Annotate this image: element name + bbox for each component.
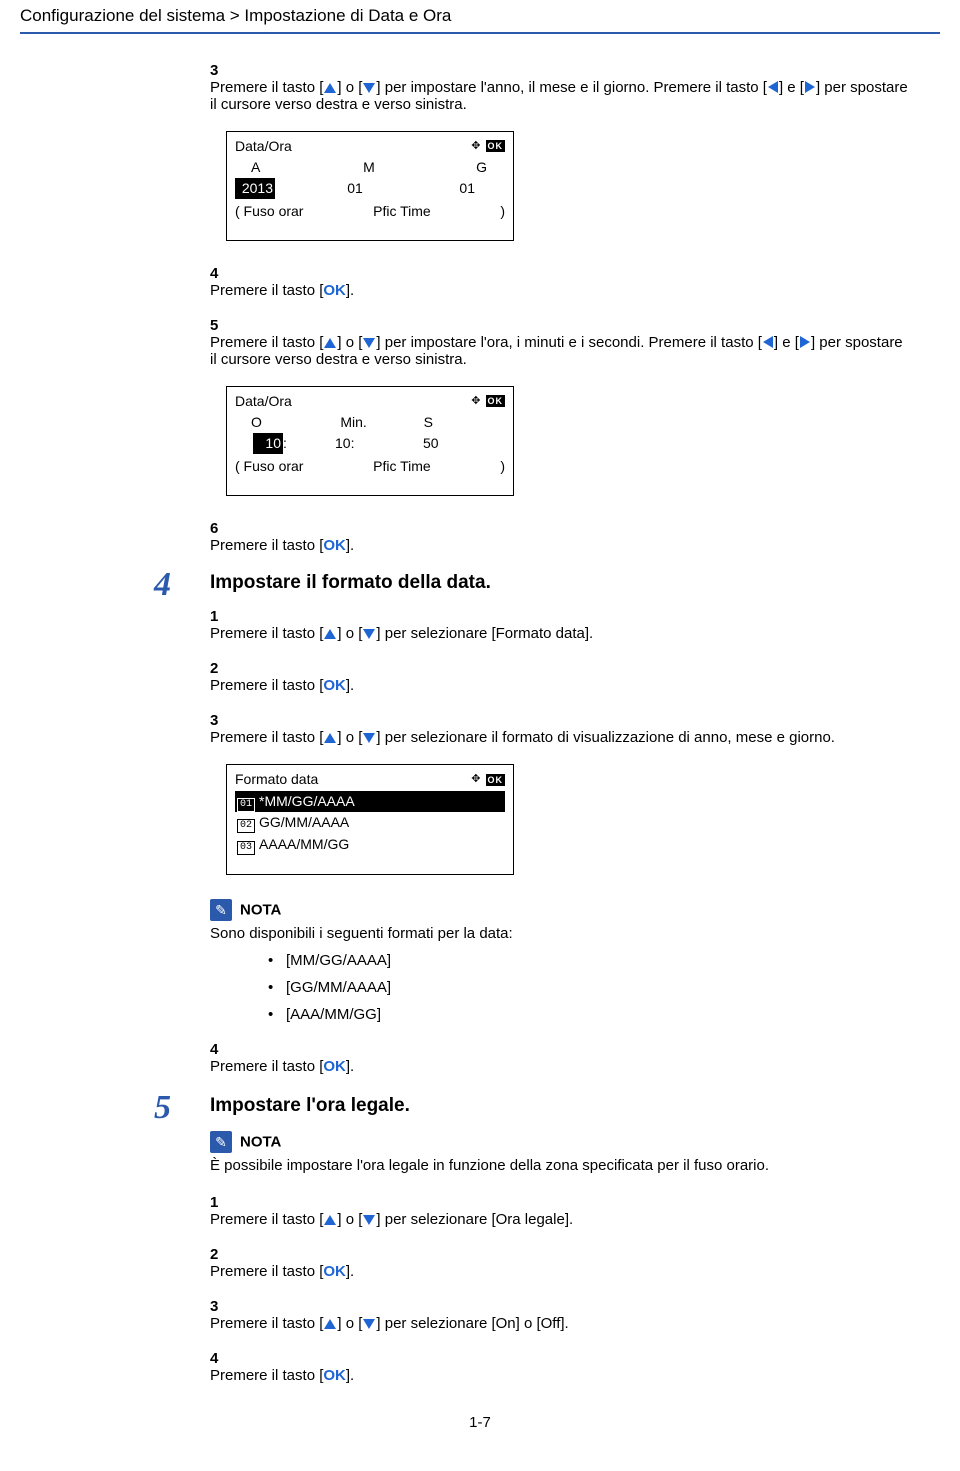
ok-key: OK <box>323 1058 346 1075</box>
substep-number: 1 <box>210 1194 236 1211</box>
value-day: 01 <box>395 178 505 199</box>
step-text: Premere il tasto [] o [] per impostare l… <box>210 79 910 113</box>
step-number: 4 <box>210 265 236 282</box>
section-4: 4 Impostare il formato della data. 1 Pre… <box>210 572 940 1075</box>
left-icon <box>763 336 773 348</box>
section-number: 4 <box>154 566 171 604</box>
substep-number: 3 <box>210 1298 236 1315</box>
format-option-selected: 01*MM/GG/AAAA <box>235 791 505 813</box>
step-5: 5 Premere il tasto [] o [] per impostare… <box>210 317 940 368</box>
value-sec: 50 <box>387 433 505 454</box>
right-icon <box>805 81 815 93</box>
note-block: ✎ NOTA È possibile impostare l'ora legale… <box>210 1131 940 1174</box>
note-icon: ✎ <box>210 1131 232 1153</box>
step-number: 5 <box>210 317 236 334</box>
col-sec: S <box>404 412 505 433</box>
up-icon <box>324 83 336 93</box>
section-title: Impostare l'ora legale. <box>210 1095 940 1117</box>
col-year: A <box>235 157 330 178</box>
step-4: 4 Premere il tasto [OK]. <box>210 265 940 299</box>
section-number: 5 <box>154 1089 171 1127</box>
substep-number: 1 <box>210 608 236 625</box>
lcd-format: Formato data ✥ OK 01*MM/GG/AAAA 02GG/MM/… <box>226 764 514 875</box>
note-label: NOTA <box>240 1133 281 1150</box>
col-min: Min. <box>314 412 403 433</box>
note-label: NOTA <box>240 901 281 918</box>
lcd-title: Data/Ora <box>235 391 292 412</box>
softkey-left: ( Fuso orar <box>235 456 303 477</box>
lcd-title: Formato data <box>235 769 318 791</box>
softkey-right: ) <box>500 456 505 477</box>
value-year-selected: 2013 <box>235 178 275 199</box>
bullet-item: [AAA/MM/GG] <box>286 1006 940 1023</box>
softkey-right: ) <box>500 201 505 222</box>
substep-number: 2 <box>210 660 236 677</box>
col-day: G <box>408 157 505 178</box>
softkey-left: ( Fuso orar <box>235 201 303 222</box>
up-icon <box>324 629 336 639</box>
note-body: È possibile impostare l'ora legale in fu… <box>210 1157 940 1174</box>
value-month: 01 <box>315 178 395 199</box>
page-number: 1-7 <box>20 1414 940 1431</box>
lcd-date: Data/Ora ✥ OK A M G 2013 01 01 ( Fuso or… <box>226 131 514 241</box>
format-option: 02GG/MM/AAAA <box>235 812 505 834</box>
down-icon <box>363 1319 375 1329</box>
col-month: M <box>330 157 409 178</box>
down-icon <box>363 83 375 93</box>
down-icon <box>363 733 375 743</box>
bullet-item: [MM/GG/AAAA] <box>286 952 940 969</box>
substep-number: 2 <box>210 1246 236 1263</box>
lcd-time: Data/Ora ✥ OK O Min. S 10: 10: 50 ( Fuso… <box>226 386 514 496</box>
value-hour-selected: 10 <box>253 433 283 454</box>
ok-key: OK <box>323 1263 346 1280</box>
step-number: 3 <box>210 62 236 79</box>
up-icon <box>324 1215 336 1225</box>
softkey-center: Pfic Time <box>373 201 431 222</box>
bullet-item: [GG/MM/AAAA] <box>286 979 940 996</box>
down-icon <box>363 338 375 348</box>
lcd-indicator: ✥ OK <box>471 771 505 788</box>
lcd-indicator: ✥ OK <box>471 393 505 410</box>
ok-key: OK <box>323 1367 346 1384</box>
note-block: ✎ NOTA Sono disponibili i seguenti format… <box>210 899 940 1023</box>
substep-number: 4 <box>210 1350 236 1367</box>
step-6: 6 Premere il tasto [OK]. <box>210 520 940 554</box>
note-body: Sono disponibili i seguenti formati per … <box>210 925 940 942</box>
down-icon <box>363 629 375 639</box>
right-icon <box>800 336 810 348</box>
format-option: 03AAAA/MM/GG <box>235 834 505 856</box>
substep-number: 4 <box>210 1041 236 1058</box>
col-hour: O <box>235 412 314 433</box>
left-icon <box>768 81 778 93</box>
breadcrumb: Configurazione del sistema > Impostazion… <box>20 0 940 34</box>
lcd-title: Data/Ora <box>235 136 292 157</box>
ok-key: OK <box>323 282 346 299</box>
down-icon <box>363 1215 375 1225</box>
softkey-center: Pfic Time <box>373 456 431 477</box>
section-title: Impostare il formato della data. <box>210 572 940 594</box>
substep-number: 3 <box>210 712 236 729</box>
up-icon <box>324 1319 336 1329</box>
value-min: 10: <box>305 433 387 454</box>
lcd-indicator: ✥ OK <box>471 138 505 155</box>
up-icon <box>324 338 336 348</box>
section-5: 5 Impostare l'ora legale. ✎NOTA È possib… <box>210 1095 940 1384</box>
step-3: 3 Premere il tasto [] o [] per impostare… <box>210 62 940 113</box>
step-number: 6 <box>210 520 236 537</box>
ok-key: OK <box>323 537 346 554</box>
ok-key: OK <box>323 677 346 694</box>
up-icon <box>324 733 336 743</box>
note-icon: ✎ <box>210 899 232 921</box>
